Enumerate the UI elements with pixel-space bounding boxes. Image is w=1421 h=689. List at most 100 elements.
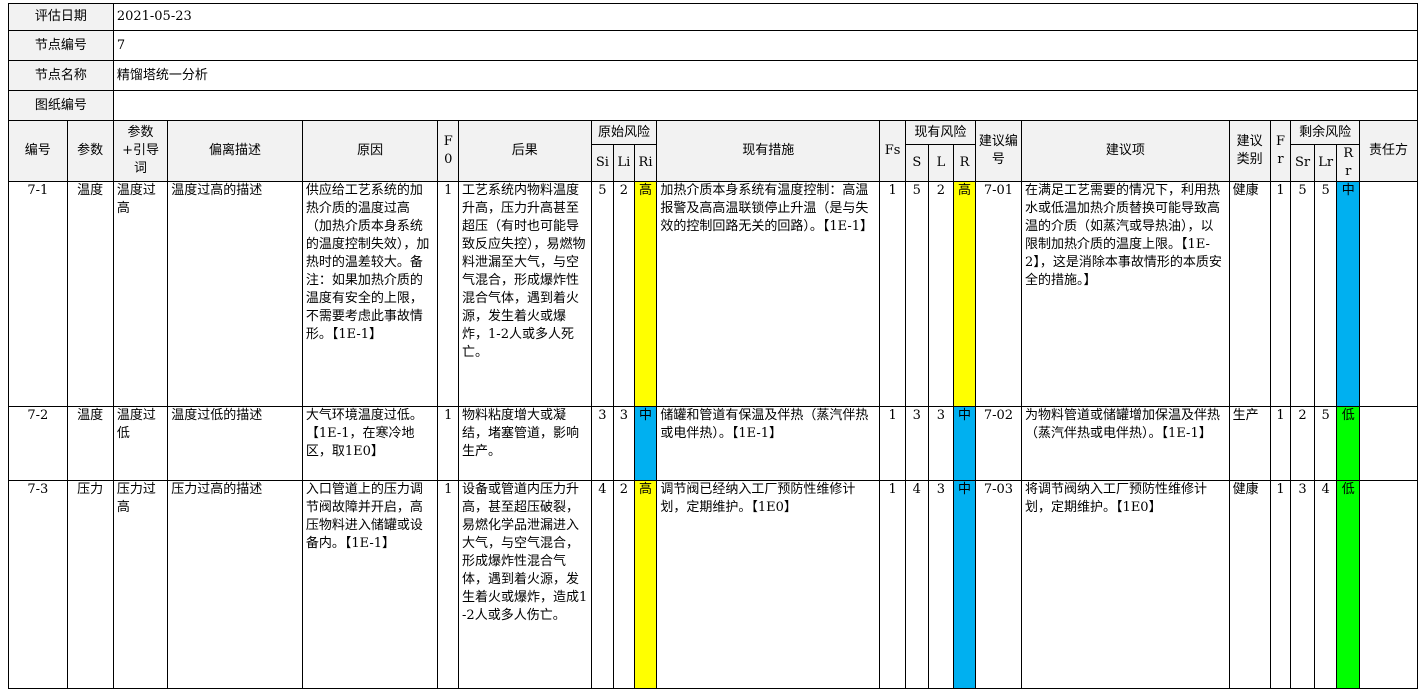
col-header-rr: Rr — [1336, 144, 1361, 182]
cell-f0: 1 — [437, 406, 460, 481]
cell-si: 3 — [590, 406, 615, 481]
col-header-cause: 原因 — [301, 120, 439, 182]
meta-row: 节点名称 精馏塔统一分析 — [8, 60, 1419, 91]
cell-rec-no: 7-01 — [974, 181, 1023, 407]
col-header-no: 编号 — [8, 120, 68, 182]
cell-rr: 低 — [1336, 406, 1361, 481]
cell-deviation: 温度过低的描述 — [167, 406, 303, 481]
cell-fs: 1 — [879, 480, 906, 689]
cell-rec-type: 健康 — [1228, 480, 1271, 689]
cell-fr: 1 — [1269, 181, 1292, 407]
col-header-responsible: 责任方 — [1359, 120, 1418, 182]
cell-recommendation: 将调节阀纳入工厂预防性维修计划，定期维护。【1E0】 — [1021, 480, 1230, 689]
cell-deviation: 压力过高的描述 — [167, 480, 303, 689]
col-header-consequence: 后果 — [458, 120, 592, 182]
cell-r: 高 — [953, 181, 976, 407]
col-header-measures: 现有措施 — [656, 120, 881, 182]
cell-cause: 入口管道上的压力调节阀故障并开启，高压物料进入储罐或设备内。【1E-1】 — [301, 480, 439, 689]
cell-sr: 2 — [1290, 406, 1315, 481]
col-header-current-risk: 现有风险 — [904, 120, 976, 145]
cell-s: 3 — [904, 406, 929, 481]
cell-recommendation: 为物料管道或储罐增加保温及伴热（蒸汽伴热或电伴热）。【1E-1】 — [1021, 406, 1230, 481]
cell-measures: 调节阀已经纳入工厂预防性维修计划，定期维护。【1E0】 — [656, 480, 881, 689]
col-header-l: L — [927, 144, 955, 182]
col-header-fr: Fr — [1269, 120, 1292, 182]
col-header-residual-risk: 剩余风险 — [1290, 120, 1361, 145]
cell-guide: 压力过高 — [112, 480, 169, 689]
cell-responsible — [1359, 406, 1418, 481]
cell-l: 3 — [927, 480, 955, 689]
col-header-original-risk: 原始风险 — [590, 120, 658, 145]
meta-label: 图纸编号 — [8, 90, 114, 121]
table-row: 7-3 压力 压力过高 压力过高的描述 入口管道上的压力调节阀故障并开启，高压物… — [8, 480, 1418, 689]
meta-value: 精馏塔统一分析 — [112, 60, 1419, 91]
cell-r: 中 — [953, 480, 976, 689]
cell-ri: 中 — [633, 406, 658, 481]
cell-param: 温度 — [66, 181, 114, 407]
col-header-guide: 参数+引导词 — [112, 120, 169, 182]
meta-value: 7 — [112, 30, 1419, 61]
cell-deviation: 温度过高的描述 — [167, 181, 303, 407]
cell-no: 7-3 — [8, 480, 68, 689]
cell-s: 5 — [904, 181, 929, 407]
col-header-lr: Lr — [1313, 144, 1338, 182]
col-header-recommendation: 建议项 — [1021, 120, 1230, 182]
meta-label: 节点名称 — [8, 60, 114, 91]
cell-l: 3 — [927, 406, 955, 481]
cell-param: 压力 — [66, 480, 114, 689]
cell-r: 中 — [953, 406, 976, 481]
cell-cause: 大气环境温度过低。【1E-1，在寒冷地区，取1E0】 — [301, 406, 439, 481]
cell-rr: 中 — [1336, 181, 1361, 407]
cell-fs: 1 — [879, 406, 906, 481]
cell-li: 2 — [613, 480, 635, 689]
cell-sr: 3 — [1290, 480, 1315, 689]
col-header-rec-type: 建议类别 — [1228, 120, 1271, 182]
col-header-si: Si — [590, 144, 615, 182]
cell-ri: 高 — [633, 181, 658, 407]
col-header-rec-no: 建议编号 — [974, 120, 1023, 182]
header-row: 编号 参数 参数+引导词 偏离描述 原因 F0 后果 原始风险 现有措施 Fs … — [8, 120, 1418, 182]
hazop-table: 评估日期 2021-05-23 节点编号 7 节点名称 精馏塔统一分析 图纸编号… — [8, 3, 1419, 689]
cell-sr: 5 — [1290, 181, 1315, 407]
col-header-param: 参数 — [66, 120, 114, 182]
cell-li: 2 — [613, 181, 635, 407]
cell-si: 4 — [590, 480, 615, 689]
cell-param: 温度 — [66, 406, 114, 481]
cell-no: 7-2 — [8, 406, 68, 481]
cell-consequence: 工艺系统内物料温度升高，压力升高甚至超压（有时也可能导致反应失控），易燃物料泄漏… — [458, 181, 592, 407]
cell-lr: 5 — [1313, 406, 1338, 481]
cell-rec-no: 7-03 — [974, 480, 1023, 689]
cell-f0: 1 — [437, 181, 460, 407]
col-header-ri: Ri — [633, 144, 658, 182]
cell-lr: 4 — [1313, 480, 1338, 689]
cell-fs: 1 — [879, 181, 906, 407]
col-header-li: Li — [613, 144, 635, 182]
cell-guide: 温度过低 — [112, 406, 169, 481]
cell-measures: 储罐和管道有保温及伴热（蒸汽伴热或电伴热）。【1E-1】 — [656, 406, 881, 481]
cell-fr: 1 — [1269, 480, 1292, 689]
table-row: 7-2 温度 温度过低 温度过低的描述 大气环境温度过低。【1E-1，在寒冷地区… — [8, 406, 1418, 481]
cell-ri: 高 — [633, 480, 658, 689]
cell-consequence: 物料粘度增大或凝结，堵塞管道，影响生产。 — [458, 406, 592, 481]
cell-rr: 低 — [1336, 480, 1361, 689]
meta-label: 节点编号 — [8, 30, 114, 61]
cell-cause: 供应给工艺系统的加热介质的温度过高（加热介质本身系统的温度控制失效），加热时的温… — [301, 181, 439, 407]
cell-rec-type: 生产 — [1228, 406, 1271, 481]
col-header-f0: F0 — [437, 120, 460, 182]
meta-row: 节点编号 7 — [8, 30, 1419, 61]
cell-l: 2 — [927, 181, 955, 407]
table-row: 7-1 温度 温度过高 温度过高的描述 供应给工艺系统的加热介质的温度过高（加热… — [8, 181, 1418, 407]
col-header-s: S — [904, 144, 929, 182]
cell-s: 4 — [904, 480, 929, 689]
cell-responsible — [1359, 181, 1418, 407]
cell-no: 7-1 — [8, 181, 68, 407]
cell-measures: 加热介质本身系统有温度控制：高温报警及高高温联锁停止升温（是与失效的控制回路无关… — [656, 181, 881, 407]
meta-label: 评估日期 — [8, 3, 114, 31]
cell-si: 5 — [590, 181, 615, 407]
cell-fr: 1 — [1269, 406, 1292, 481]
cell-guide: 温度过高 — [112, 181, 169, 407]
cell-rec-no: 7-02 — [974, 406, 1023, 481]
meta-row: 图纸编号 — [8, 90, 1419, 121]
cell-f0: 1 — [437, 480, 460, 689]
cell-lr: 5 — [1313, 181, 1338, 407]
